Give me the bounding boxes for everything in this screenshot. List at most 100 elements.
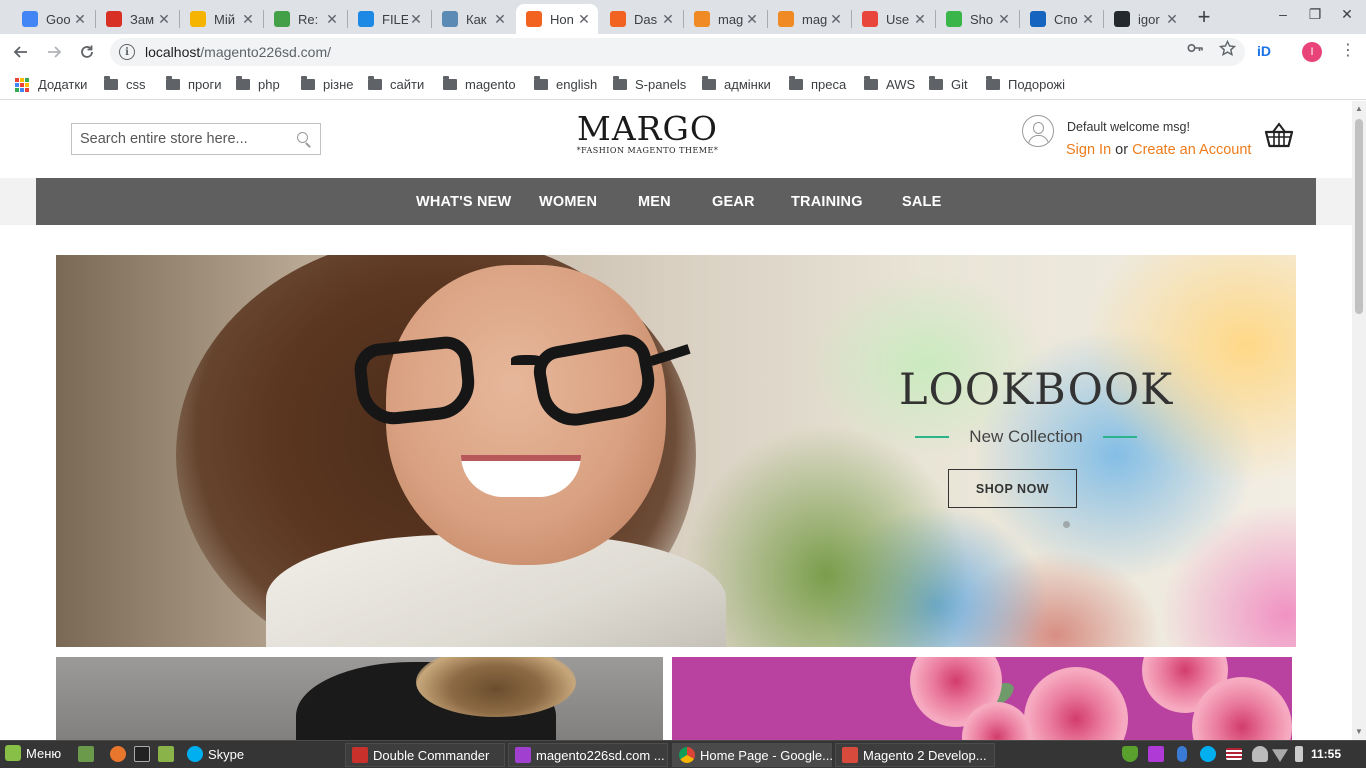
scrollbar-thumb[interactable]: [1355, 119, 1363, 314]
skype-tray-icon[interactable]: [1200, 746, 1216, 762]
bookmark-item[interactable]: проги: [166, 76, 222, 92]
forward-button[interactable]: [42, 40, 66, 64]
key-icon[interactable]: [1187, 41, 1203, 55]
browser-tab[interactable]: Спо ✕: [1020, 4, 1102, 34]
bluetooth-icon[interactable]: [1177, 746, 1187, 762]
close-tab-icon[interactable]: ✕: [660, 11, 676, 28]
bookmark-item[interactable]: S-panels: [613, 76, 686, 92]
browser-tab[interactable]: mag ✕: [684, 4, 766, 34]
user-tray-icon[interactable]: [1252, 746, 1268, 762]
promo-tile-men[interactable]: [56, 657, 663, 740]
profile-avatar[interactable]: I: [1302, 42, 1322, 62]
extension-id-icon[interactable]: iD: [1257, 43, 1271, 59]
battery-icon[interactable]: [1295, 746, 1303, 762]
browser-tab[interactable]: mag ✕: [768, 4, 850, 34]
nav-item-women[interactable]: WOMEN: [539, 194, 597, 210]
close-tab-icon[interactable]: ✕: [576, 11, 592, 28]
site-info-icon[interactable]: i: [119, 44, 135, 60]
bookmark-item[interactable]: Подорожі: [986, 76, 1065, 92]
bookmark-item[interactable]: преса: [789, 76, 847, 92]
close-tab-icon[interactable]: ✕: [408, 11, 424, 28]
close-tab-icon[interactable]: ✕: [72, 11, 88, 28]
wifi-icon[interactable]: [1272, 749, 1288, 762]
cart-basket-icon[interactable]: [1264, 121, 1294, 149]
address-bar[interactable]: i localhost/magento226sd.com/: [110, 38, 1245, 66]
close-tab-icon[interactable]: ✕: [828, 11, 844, 28]
close-window-button[interactable]: ✕: [1337, 6, 1357, 23]
new-tab-button[interactable]: +: [1192, 4, 1216, 30]
bookmark-item[interactable]: magento: [443, 76, 516, 92]
folder-icon[interactable]: [158, 746, 174, 762]
files-icon[interactable]: [78, 746, 94, 762]
bookmark-item[interactable]: Додатки: [15, 77, 87, 92]
reload-button[interactable]: [75, 40, 99, 64]
taskbar-window-double-commander[interactable]: Double Commander: [345, 743, 505, 767]
terminal-icon[interactable]: [134, 746, 150, 762]
browser-tab[interactable]: Sho ✕: [936, 4, 1018, 34]
browser-tab[interactable]: igor ✕: [1104, 4, 1186, 34]
bookmark-item[interactable]: AWS: [864, 76, 915, 92]
bookmark-item[interactable]: Git: [929, 76, 968, 92]
taskbar-window-magento-doc[interactable]: Magento 2 Develop...: [835, 743, 995, 767]
browser-tab[interactable]: Re: ✕: [264, 4, 346, 34]
close-tab-icon[interactable]: ✕: [912, 11, 928, 28]
scroll-down-icon[interactable]: ▼: [1355, 727, 1363, 736]
nav-item-men[interactable]: MEN: [638, 194, 671, 210]
taskbar-window-chrome[interactable]: Home Page - Google...: [672, 743, 833, 767]
minimize-button[interactable]: –: [1273, 6, 1293, 22]
browser-tab[interactable]: Goo ✕: [12, 4, 94, 34]
close-tab-icon[interactable]: ✕: [996, 11, 1012, 28]
bookmark-item[interactable]: php: [236, 76, 280, 92]
shop-now-button[interactable]: SHOP NOW: [948, 469, 1077, 508]
browser-tab[interactable]: Как ✕: [432, 4, 514, 34]
browser-tab[interactable]: Зам ✕: [96, 4, 178, 34]
browser-tab[interactable]: Use ✕: [852, 4, 934, 34]
taskbar-window-phpstorm[interactable]: magento226sd.com ...: [508, 743, 668, 767]
cube-icon[interactable]: [1148, 746, 1164, 762]
bookmark-label: різне: [323, 77, 354, 92]
close-tab-icon[interactable]: ✕: [324, 11, 340, 28]
store-logo[interactable]: MARGO *FASHION MAGENTO THEME*: [560, 109, 735, 155]
store-search-input[interactable]: Search entire store here...: [71, 123, 321, 155]
browser-tab[interactable]: Мій ✕: [180, 4, 262, 34]
create-account-link[interactable]: Create an Account: [1132, 142, 1251, 158]
bookmark-item[interactable]: сайти: [368, 76, 424, 92]
close-tab-icon[interactable]: ✕: [492, 11, 508, 28]
back-arrow-icon: [13, 46, 27, 58]
bookmark-star-icon[interactable]: [1219, 40, 1236, 57]
nav-item-gear[interactable]: GEAR: [712, 194, 755, 210]
page-scrollbar[interactable]: ▲ ▼: [1352, 101, 1366, 740]
maximize-button[interactable]: ❐: [1305, 6, 1325, 23]
nav-item-whats-new[interactable]: WHAT'S NEW: [416, 194, 511, 210]
sign-in-link[interactable]: Sign In: [1066, 142, 1111, 158]
start-menu-button[interactable]: Меню: [5, 745, 61, 761]
bookmark-item[interactable]: адмінки: [702, 76, 771, 92]
promo-tile-women[interactable]: [672, 657, 1292, 740]
search-icon[interactable]: [296, 131, 312, 147]
close-tab-icon[interactable]: ✕: [156, 11, 172, 28]
bookmark-item[interactable]: різне: [301, 76, 354, 92]
browser-tab[interactable]: Hon ✕: [516, 4, 598, 34]
bookmark-label: преса: [811, 77, 847, 92]
shield-icon[interactable]: [1122, 746, 1138, 762]
firefox-icon[interactable]: [110, 746, 126, 762]
hero-banner[interactable]: LOOKBOOK New Collection SHOP NOW: [56, 255, 1296, 647]
browser-tab[interactable]: Das ✕: [600, 4, 682, 34]
skype-launcher[interactable]: Skype: [187, 746, 244, 762]
close-tab-icon[interactable]: ✕: [1164, 11, 1180, 28]
back-button[interactable]: [9, 40, 33, 64]
browser-tab[interactable]: FILE ✕: [348, 4, 430, 34]
bookmark-item[interactable]: english: [534, 76, 597, 92]
bookmark-item[interactable]: css: [104, 76, 146, 92]
slider-dot[interactable]: [1063, 521, 1070, 528]
nav-item-training[interactable]: TRAINING: [791, 194, 863, 210]
close-tab-icon[interactable]: ✕: [744, 11, 760, 28]
nav-item-sale[interactable]: SALE: [902, 194, 941, 210]
close-tab-icon[interactable]: ✕: [1080, 11, 1096, 28]
close-tab-icon[interactable]: ✕: [240, 11, 256, 28]
scroll-up-icon[interactable]: ▲: [1355, 104, 1363, 113]
account-user-icon[interactable]: [1022, 115, 1054, 147]
url-text[interactable]: localhost/magento226sd.com/: [145, 44, 331, 60]
us-flag-icon[interactable]: [1226, 748, 1242, 760]
browser-menu-icon[interactable]: ⋮: [1340, 40, 1356, 60]
